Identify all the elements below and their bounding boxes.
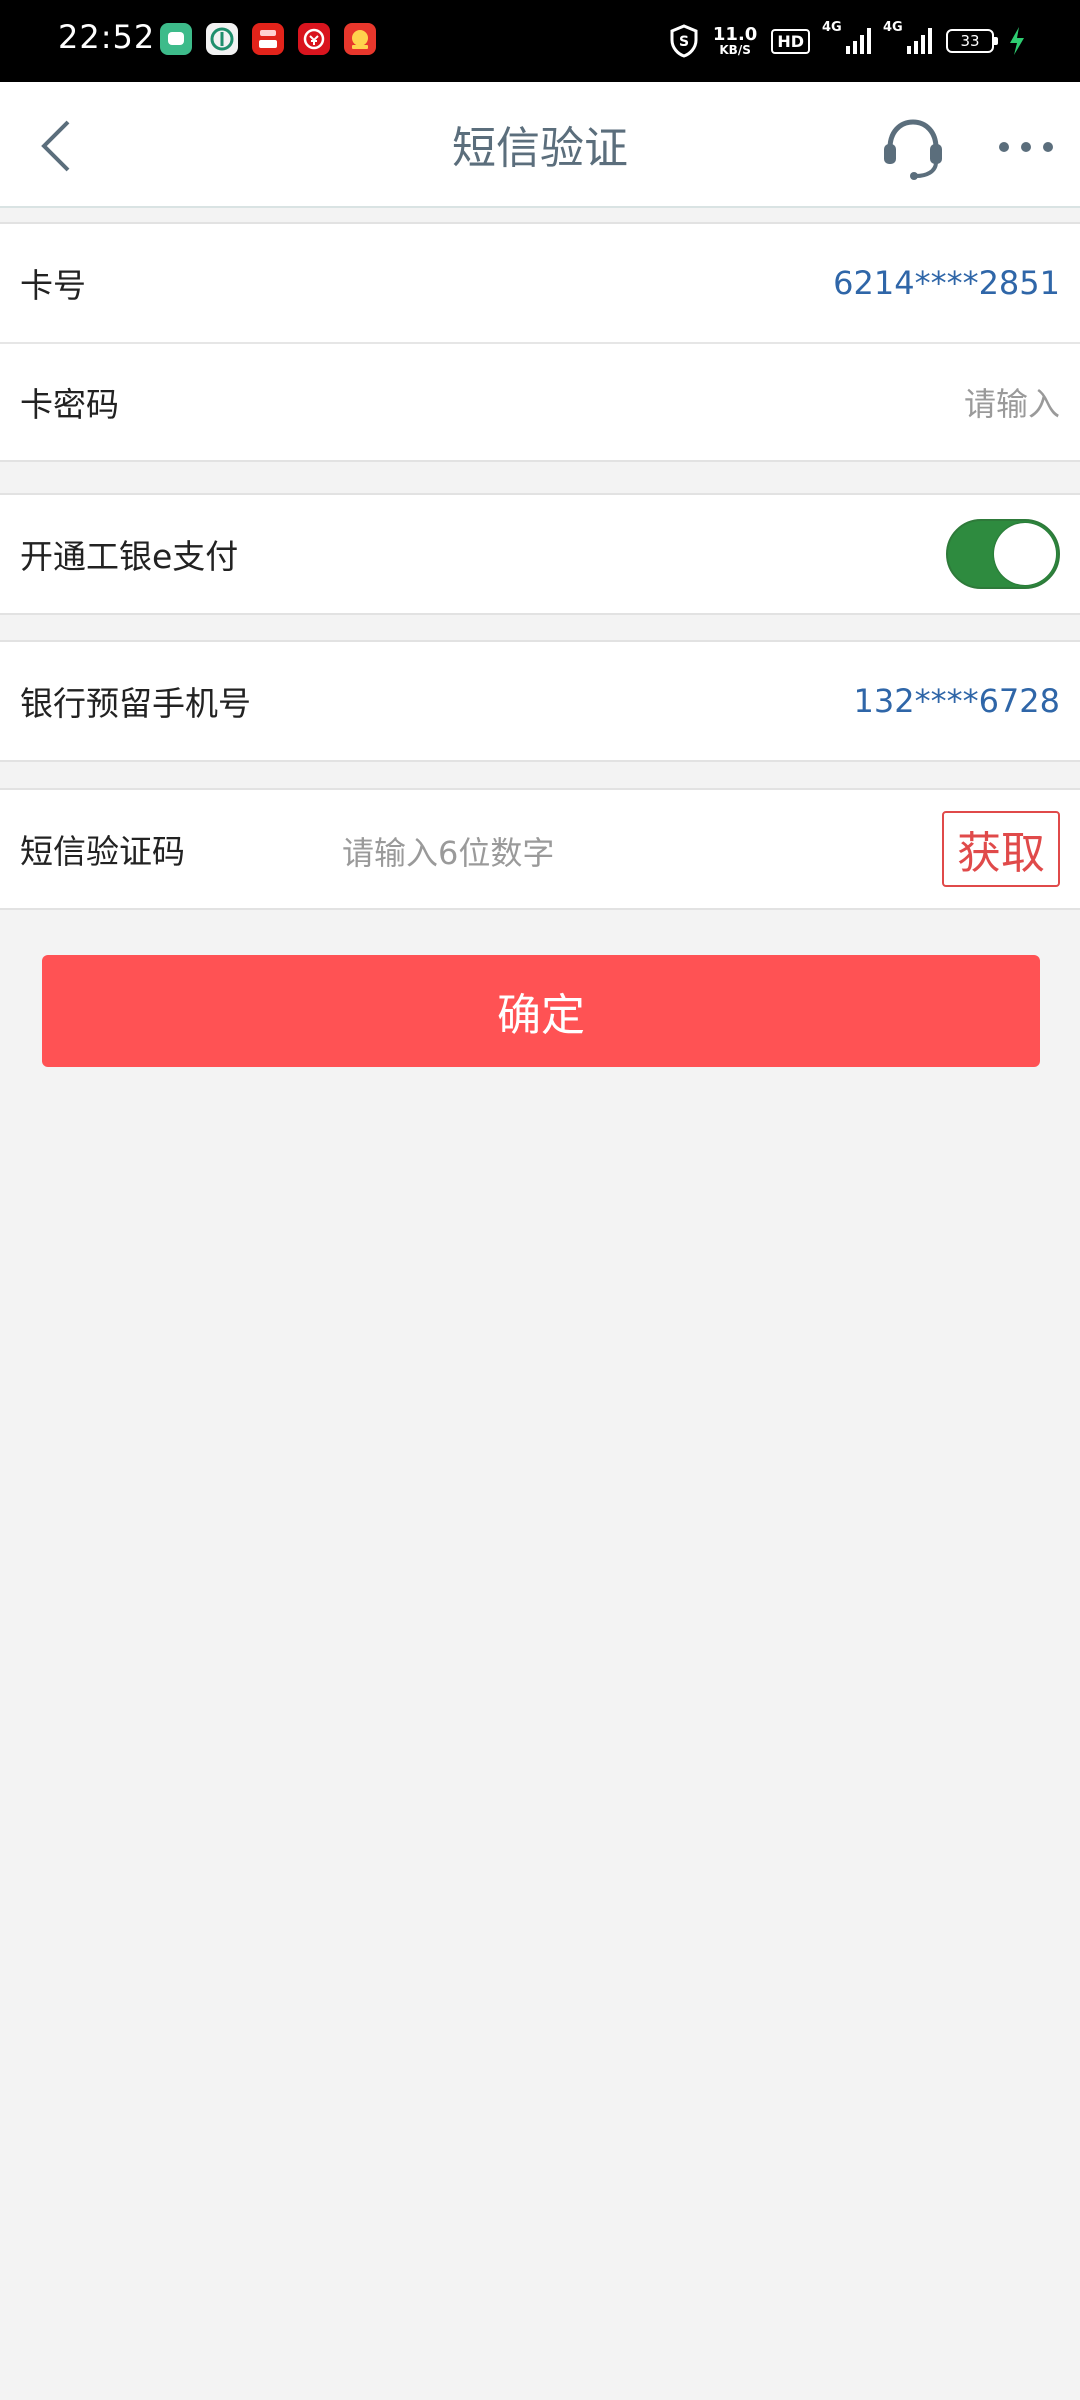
phone-label: 银行预留手机号 (20, 684, 251, 723)
card-number-label: 卡号 (20, 266, 86, 305)
signal-2-label: 4G (883, 20, 903, 35)
card-password-input[interactable]: 请输入 (964, 379, 1060, 425)
agri-bank-icon (206, 23, 238, 55)
network-speed-unit: KB/S (719, 43, 751, 57)
epay-label: 开通工银e支付 (20, 537, 239, 576)
card-number-value: 6214****2851 (833, 264, 1060, 302)
epay-row: 开通工银e支付 (0, 495, 1080, 613)
chat-app-icon (160, 23, 192, 55)
epay-toggle[interactable] (946, 519, 1060, 589)
get-code-button[interactable]: 获取 (942, 811, 1060, 887)
ticket-app-icon (344, 23, 376, 55)
more-button[interactable] (996, 132, 1056, 162)
svg-text:S: S (679, 34, 689, 50)
sms-code-input[interactable]: 请输入6位数字 (342, 828, 554, 874)
toggle-knob (994, 523, 1056, 585)
bank-app-icon (298, 23, 330, 55)
card-password-row[interactable]: 卡密码 请输入 (0, 342, 1080, 460)
red-app-icon (252, 23, 284, 55)
customer-service-button[interactable] (878, 112, 948, 182)
status-bar: 22:52 S 11.0 KB/S HD 4G 4G 33 (0, 0, 1080, 82)
card-number-row: 卡号 6214****2851 (0, 224, 1080, 342)
sms-group: 短信验证码 请输入6位数字 获取 (0, 788, 1080, 910)
phone-value: 132****6728 (853, 682, 1060, 720)
navigation-bar: 短信验证 (0, 82, 1080, 208)
card-password-label: 卡密码 (20, 385, 119, 424)
card-info-group: 卡号 6214****2851 卡密码 请输入 (0, 222, 1080, 462)
hd-icon: HD (771, 28, 810, 54)
signal-icon-1: 4G (822, 20, 871, 54)
epay-group: 开通工银e支付 (0, 493, 1080, 615)
network-speed-value: 11.0 (712, 24, 758, 45)
headset-icon (884, 119, 942, 180)
shield-icon: S (669, 24, 699, 58)
sms-label: 短信验证码 (20, 832, 185, 871)
notification-app-icons (160, 23, 376, 55)
battery-icon: 33 (946, 29, 998, 53)
confirm-button[interactable]: 确定 (42, 955, 1040, 1067)
phone-row: 银行预留手机号 132****6728 (0, 642, 1080, 760)
charging-bolt-icon (1008, 26, 1026, 56)
status-time: 22:52 (58, 18, 156, 56)
status-right-group: S 11.0 KB/S HD 4G 4G 33 (669, 16, 1026, 66)
network-speed: 11.0 KB/S (712, 24, 758, 57)
signal-1-label: 4G (822, 20, 842, 35)
signal-icon-2: 4G (883, 20, 932, 54)
sms-row: 短信验证码 请输入6位数字 获取 (0, 790, 1080, 908)
more-dots-icon (999, 142, 1053, 152)
phone-group: 银行预留手机号 132****6728 (0, 640, 1080, 762)
